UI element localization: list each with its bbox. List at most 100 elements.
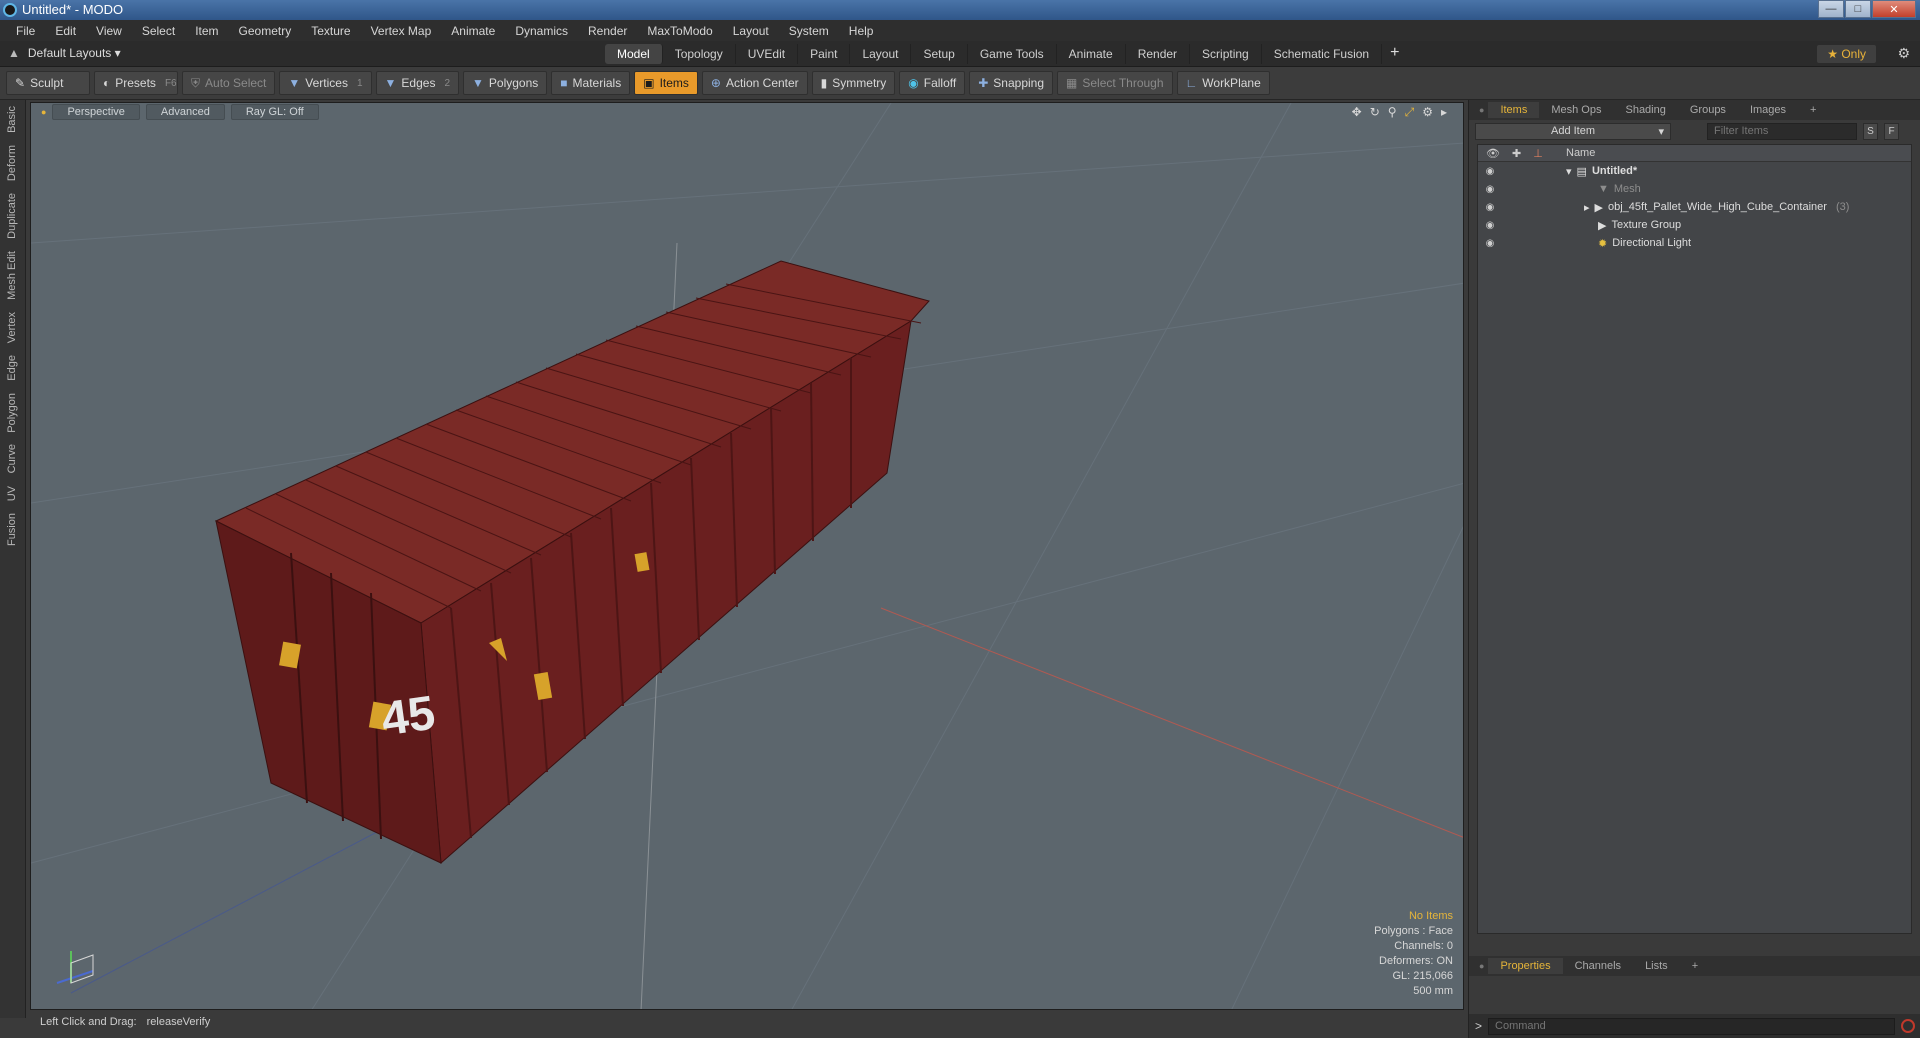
add-item-dropdown[interactable]: Add Item ▾ bbox=[1475, 122, 1671, 140]
left-tab-uv[interactable]: UV bbox=[6, 480, 18, 507]
tab-images[interactable]: Images bbox=[1738, 102, 1798, 118]
menu-help[interactable]: Help bbox=[839, 24, 884, 38]
layouts-arrow-icon[interactable]: ▲ bbox=[8, 46, 20, 60]
left-tab-vertex[interactable]: Vertex bbox=[6, 306, 18, 349]
left-tab-edge[interactable]: Edge bbox=[6, 349, 18, 387]
menu-vertex-map[interactable]: Vertex Map bbox=[361, 24, 442, 38]
viewport-settings-icon[interactable]: ⚙ bbox=[1422, 105, 1433, 120]
left-tab-mesh-edit[interactable]: Mesh Edit bbox=[6, 245, 18, 306]
only-toggle[interactable]: ★ Only bbox=[1817, 45, 1876, 63]
close-button[interactable]: ✕ bbox=[1872, 0, 1916, 18]
menu-animate[interactable]: Animate bbox=[441, 24, 505, 38]
tab-properties[interactable]: Properties bbox=[1488, 958, 1563, 974]
raygl-toggle[interactable]: Ray GL: Off bbox=[230, 104, 319, 120]
view-mode-dropdown[interactable]: Perspective bbox=[52, 104, 140, 120]
tab-animate[interactable]: Animate bbox=[1057, 44, 1126, 64]
left-tab-deform[interactable]: Deform bbox=[6, 139, 18, 187]
tab-scripting[interactable]: Scripting bbox=[1190, 44, 1262, 64]
s-button[interactable]: S bbox=[1863, 122, 1878, 140]
type-column-icon[interactable]: ⊥ bbox=[1533, 147, 1543, 160]
tab-topology[interactable]: Topology bbox=[663, 44, 736, 64]
visibility-column-icon[interactable]: 👁 bbox=[1486, 147, 1500, 160]
tab-uvedit[interactable]: UVEdit bbox=[736, 44, 799, 64]
command-input[interactable] bbox=[1488, 1017, 1895, 1035]
tab-setup[interactable]: Setup bbox=[911, 44, 968, 64]
left-tab-curve[interactable]: Curve bbox=[6, 438, 18, 479]
tab-mesh-ops[interactable]: Mesh Ops bbox=[1539, 102, 1613, 118]
menu-texture[interactable]: Texture bbox=[301, 24, 360, 38]
menu-select[interactable]: Select bbox=[132, 24, 185, 38]
fit-icon[interactable]: ⤢ bbox=[1405, 105, 1415, 120]
eye-icon[interactable]: ◉ bbox=[1478, 238, 1502, 249]
tab-items[interactable]: Items bbox=[1488, 102, 1540, 118]
eye-icon[interactable]: ◉ bbox=[1478, 202, 1502, 213]
tab-lists[interactable]: Lists bbox=[1633, 958, 1680, 974]
action-center-button[interactable]: ⊕ Action Center bbox=[701, 71, 808, 95]
tree-row-directional-light[interactable]: ◉ ✹ Directional Light bbox=[1478, 234, 1911, 252]
menu-item[interactable]: Item bbox=[185, 24, 228, 38]
tab-layout[interactable]: Layout bbox=[850, 44, 912, 64]
tree-row-mesh[interactable]: ◉ ▼ Mesh bbox=[1478, 180, 1911, 198]
lock-column-icon[interactable]: ✚ bbox=[1512, 147, 1521, 160]
viewport-expand-icon[interactable]: ▸ bbox=[1441, 105, 1447, 120]
menu-dynamics[interactable]: Dynamics bbox=[505, 24, 578, 38]
snapping-button[interactable]: ✚ Snapping bbox=[969, 71, 1054, 95]
maximize-button[interactable]: □ bbox=[1845, 0, 1871, 18]
tab-paint[interactable]: Paint bbox=[798, 44, 851, 64]
add-tab-button[interactable]: + bbox=[1382, 44, 1407, 64]
expand-arrow-icon[interactable]: ▸ bbox=[1584, 201, 1590, 214]
menu-system[interactable]: System bbox=[779, 24, 839, 38]
add-properties-tab-button[interactable]: + bbox=[1680, 958, 1710, 974]
materials-button[interactable]: ■ Materials bbox=[551, 71, 631, 95]
falloff-button[interactable]: ◉ Falloff bbox=[899, 71, 966, 95]
auto-select-button[interactable]: ⛨ Auto Select bbox=[182, 71, 276, 95]
menu-geometry[interactable]: Geometry bbox=[229, 24, 302, 38]
tab-channels[interactable]: Channels bbox=[1563, 958, 1633, 974]
tab-render[interactable]: Render bbox=[1126, 44, 1191, 64]
left-tab-duplicate[interactable]: Duplicate bbox=[6, 187, 18, 245]
rotate-icon[interactable]: ↻ bbox=[1370, 105, 1380, 120]
shading-mode-dropdown[interactable]: Advanced bbox=[145, 104, 225, 120]
tab-groups[interactable]: Groups bbox=[1678, 102, 1738, 118]
symmetry-button[interactable]: ▮ Symmetry bbox=[811, 71, 896, 95]
workplane-button[interactable]: ∟ WorkPlane bbox=[1176, 71, 1270, 95]
polygons-button[interactable]: ▼ Polygons bbox=[463, 71, 548, 95]
eye-icon[interactable]: ◉ bbox=[1478, 184, 1502, 195]
left-tab-fusion[interactable]: Fusion bbox=[6, 507, 18, 552]
left-tab-basic[interactable]: Basic bbox=[6, 100, 18, 139]
tree-row-texture-group[interactable]: ◉ ▶ Texture Group bbox=[1478, 216, 1911, 234]
gear-icon[interactable]: ⚙ bbox=[1897, 45, 1910, 62]
vertices-button[interactable]: ▼ Vertices 1 bbox=[279, 71, 372, 95]
tree-row-scene[interactable]: ◉ ▾ ▤ Untitled* bbox=[1478, 162, 1911, 180]
items-button[interactable]: ▣ Items bbox=[634, 71, 698, 95]
3d-viewport[interactable]: 45 ● Perspective Advanced Ray GL: Off ✥ … bbox=[30, 102, 1464, 1010]
minimize-button[interactable]: — bbox=[1818, 0, 1844, 18]
f-button[interactable]: F bbox=[1884, 122, 1899, 140]
default-layouts-dropdown[interactable]: Default Layouts ▾ bbox=[28, 46, 121, 60]
menu-layout[interactable]: Layout bbox=[723, 24, 779, 38]
collapse-arrow-icon[interactable]: ▾ bbox=[1566, 165, 1572, 178]
record-macro-icon[interactable] bbox=[1901, 1019, 1915, 1033]
add-panel-tab-button[interactable]: + bbox=[1798, 102, 1828, 118]
tree-row-container[interactable]: ◉ ▸ ▶ obj_45ft_Pallet_Wide_High_Cube_Con… bbox=[1478, 198, 1911, 216]
menu-file[interactable]: File bbox=[6, 24, 45, 38]
left-tab-polygon[interactable]: Polygon bbox=[6, 387, 18, 439]
menu-render[interactable]: Render bbox=[578, 24, 637, 38]
shipping-container-model[interactable]: 45 bbox=[214, 260, 930, 865]
pan-icon[interactable]: ✥ bbox=[1352, 105, 1362, 120]
eye-icon[interactable]: ◉ bbox=[1478, 220, 1502, 231]
eye-icon[interactable]: ◉ bbox=[1478, 166, 1502, 177]
zoom-icon[interactable]: ⚲ bbox=[1388, 105, 1397, 120]
filter-items-input[interactable] bbox=[1707, 122, 1857, 140]
edges-button[interactable]: ▼ Edges 2 bbox=[375, 71, 460, 95]
select-through-button[interactable]: ▦ Select Through bbox=[1057, 71, 1173, 95]
menu-view[interactable]: View bbox=[86, 24, 132, 38]
tab-model[interactable]: Model bbox=[605, 44, 663, 64]
tab-schematic-fusion[interactable]: Schematic Fusion bbox=[1262, 44, 1383, 64]
menu-maxtomodo[interactable]: MaxToModo bbox=[637, 24, 722, 38]
name-column-header[interactable]: Name bbox=[1566, 147, 1595, 159]
menu-edit[interactable]: Edit bbox=[45, 24, 86, 38]
presets-button[interactable]: ◐ Presets F6 bbox=[94, 71, 178, 95]
sculpt-button[interactable]: ✎ Sculpt bbox=[6, 71, 90, 95]
tab-shading[interactable]: Shading bbox=[1613, 102, 1677, 118]
